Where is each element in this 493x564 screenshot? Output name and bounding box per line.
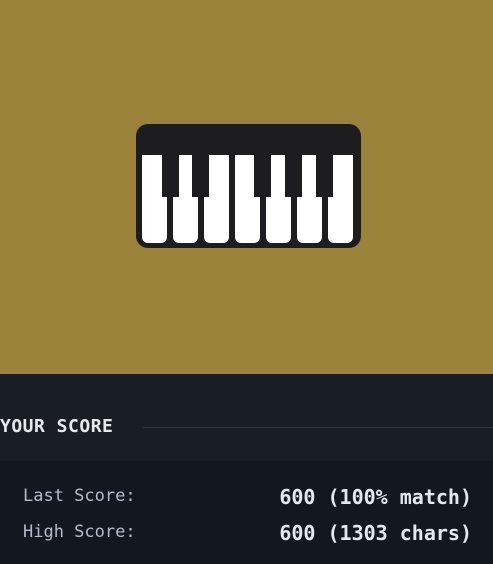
high-score-value: 600 (1303 chars) [279,521,472,545]
last-score-label: Last Score: [23,486,136,506]
piano-black-key [162,155,179,197]
preview-area [0,0,493,374]
score-panel [0,461,493,564]
section-divider [143,427,493,428]
high-score-label: High Score: [23,522,136,542]
last-score-value: 600 (100% match) [279,485,472,509]
piano-black-key [316,155,333,197]
piano-icon [136,124,361,248]
piano-black-key [254,155,271,197]
score-section-title: YOUR SCORE [0,416,114,437]
piano-black-key [192,155,209,197]
piano-black-key [285,155,302,197]
